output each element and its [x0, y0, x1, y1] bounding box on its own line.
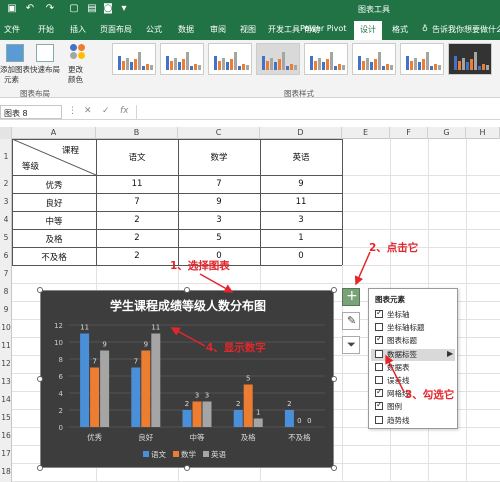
annotation-arrows — [170, 251, 405, 393]
arrow-4 — [170, 327, 206, 347]
arrow-2 — [354, 251, 371, 286]
arrow-1 — [199, 273, 234, 293]
arrow-3 — [385, 354, 405, 393]
